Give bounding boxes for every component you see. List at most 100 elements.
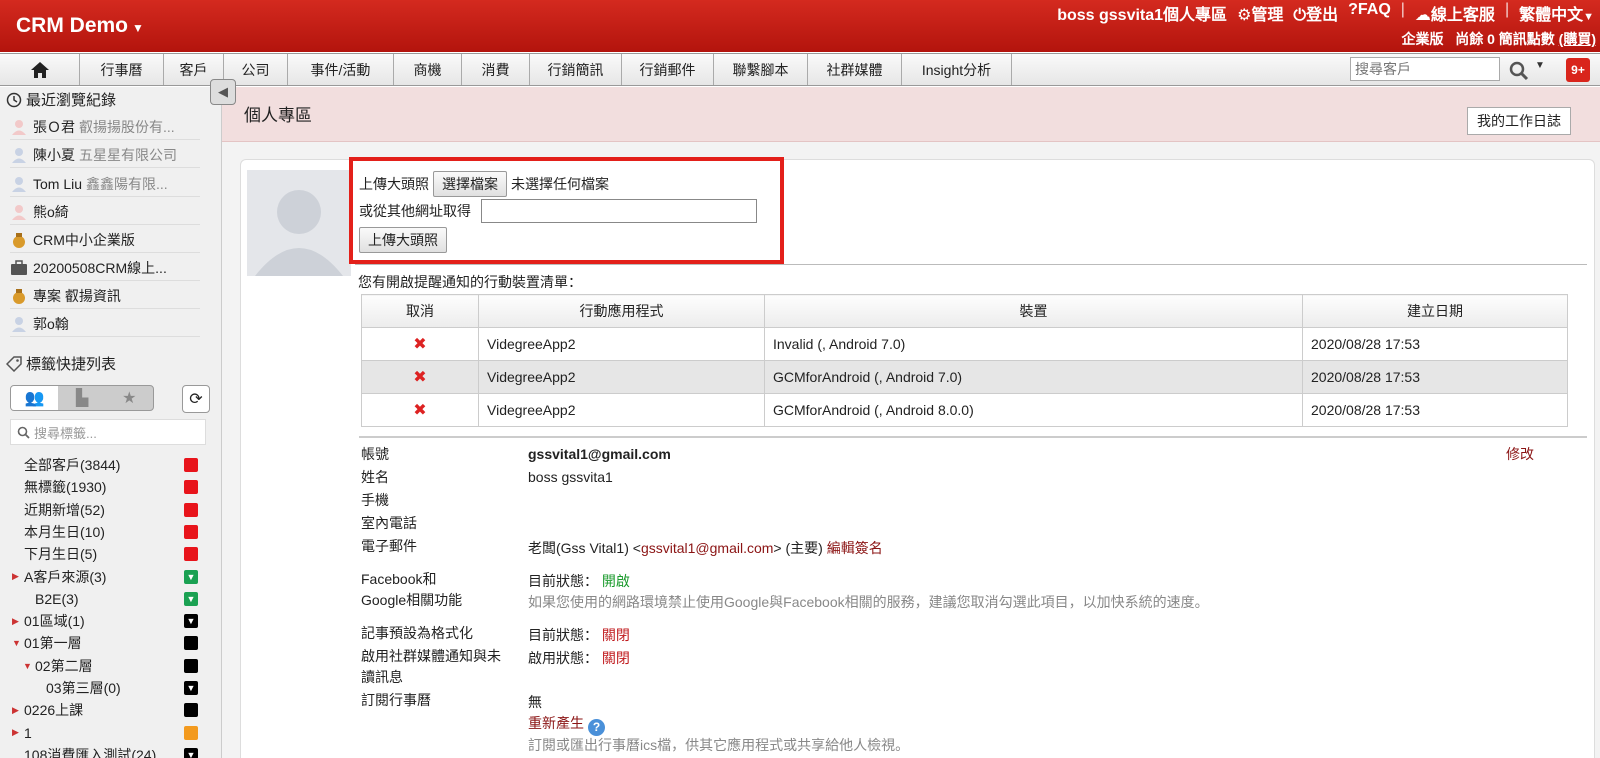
tag-item[interactable]: 無標籤(1930) <box>0 476 210 498</box>
nav-tab-email[interactable]: 行銷郵件 <box>622 54 714 85</box>
tag-search-placeholder: 搜尋標籤... <box>34 425 97 441</box>
tag-item[interactable]: 本月生日(10) <box>0 521 210 543</box>
personal-area-link[interactable]: boss gssvita1個人專區 <box>1057 1 1227 25</box>
social-status-toggle[interactable]: 關閉 <box>602 650 630 666</box>
no-file-text: 未選擇任何檔案 <box>511 176 609 192</box>
divider <box>359 436 1587 438</box>
devices-table: 取消 行動應用程式 裝置 建立日期 ✖ VidegreeApp2 Invalid… <box>361 294 1568 427</box>
regenerate-link[interactable]: 重新產生 <box>528 715 584 731</box>
nav-tab-scripts[interactable]: 聯繫腳本 <box>714 54 808 85</box>
building-icon[interactable]: ▙ <box>58 386 105 410</box>
collapse-sidebar-icon[interactable]: ◀ <box>210 79 236 105</box>
recent-item[interactable]: 張Ｏ君 叡揚揚股份有... <box>10 114 200 140</box>
recent-item[interactable]: 20200508CRM線上... <box>10 255 200 281</box>
tag-item[interactable]: B2E(3) ▼ <box>0 588 210 610</box>
tag-item[interactable]: ▶ 0226上課 <box>0 699 210 721</box>
calendar-note: 訂閱或匯出行事曆ics檔，供其它應用程式或共享給他人檢視。 <box>528 737 910 753</box>
nav-tab-consumption[interactable]: 消費 <box>462 54 530 85</box>
recent-item[interactable]: 郭o翰 <box>10 311 200 337</box>
tag-color-icon <box>184 658 198 673</box>
recent-item[interactable]: 專案 叡揚資訊 <box>10 283 200 309</box>
email-address-link[interactable]: gssvital1@gmail.com <box>641 540 773 556</box>
admin-link[interactable]: ⚙管理 <box>1237 1 1283 25</box>
recent-item[interactable]: 熊o綺 <box>10 199 200 225</box>
fb-status: 目前狀態： 開啟 <box>528 571 630 591</box>
column-header: 行動應用程式 <box>478 294 765 328</box>
edit-signature-link[interactable]: 編輯簽名 <box>827 540 883 556</box>
nav-tab-sms[interactable]: 行銷簡訊 <box>530 54 622 85</box>
faq-link[interactable]: ?FAQ <box>1348 1 1391 25</box>
search-icon[interactable] <box>1508 60 1530 82</box>
social-label-line1: 啟用社群媒體通知與未 <box>361 648 501 664</box>
caret-down-icon[interactable]: ▼ <box>1535 60 1545 71</box>
tag-item[interactable]: ▼ 02第二層 <box>0 655 210 677</box>
tag-item[interactable]: ▶ 01區域(1) ▼ <box>0 610 210 632</box>
tag-item[interactable]: ▼ 01第一層 <box>0 632 210 654</box>
expand-arrow-down-icon[interactable]: ▼ <box>23 661 35 671</box>
tag-color-icon: ▼ <box>184 747 198 758</box>
refresh-icon: ⟳ <box>189 391 203 408</box>
submit-row: 上傳大頭照 <box>359 227 447 253</box>
account-value: gssvital1@gmail.com <box>528 446 671 462</box>
tag-item[interactable]: 下月生日(5) <box>0 543 210 565</box>
device-date: 2020/08/28 17:53 <box>1302 327 1568 361</box>
note-status-toggle[interactable]: 關閉 <box>602 627 630 643</box>
edit-profile-link[interactable]: 修改 <box>1506 444 1534 464</box>
brand-menu[interactable]: CRM Demo ▼ <box>16 14 144 38</box>
star-icon[interactable]: ★ <box>106 386 153 410</box>
email-label: 電子郵件 <box>361 538 417 554</box>
expand-arrow-right-icon[interactable]: ▶ <box>12 571 24 582</box>
person-icon <box>12 204 26 220</box>
expand-arrow-down-icon[interactable]: ▼ <box>12 638 24 648</box>
avatar-url-input[interactable] <box>481 199 757 223</box>
tag-search-input[interactable]: 搜尋標籤... <box>10 419 206 445</box>
tag-item[interactable]: ▶ A客戶來源(3) ▼ <box>0 566 210 588</box>
cancel-device-icon[interactable]: ✖ <box>361 327 479 361</box>
device-name: GCMforAndroid (, Android 8.0.0) <box>764 393 1303 427</box>
main-content: 個人專區 我的工作日誌 ◀ 上傳大頭照 選擇檔案 未選擇任何檔案 或從其他網址取… <box>210 79 1600 758</box>
tag-item[interactable]: 全部客戶(3844) <box>0 454 210 476</box>
support-link[interactable]: ☁線上客服 <box>1415 1 1495 25</box>
edition-label: 企業版 <box>1401 31 1444 47</box>
nav-tab-insight[interactable]: Insight分析 <box>902 54 1012 85</box>
logout-link[interactable]: ⏻登出 <box>1293 1 1338 25</box>
tag-item[interactable]: 108消費匯入測試(24) ▼ <box>0 744 210 758</box>
language-menu[interactable]: 繁體中文▼ <box>1519 1 1594 25</box>
choose-file-button[interactable]: 選擇檔案 <box>433 171 507 197</box>
nav-tab-events[interactable]: 事件/活動 <box>288 54 394 85</box>
customer-search-input[interactable] <box>1350 57 1500 81</box>
tag-item[interactable]: 近期新增(52) <box>0 499 210 521</box>
money-bag-icon <box>13 232 25 248</box>
people-icon[interactable]: 👥 <box>11 386 59 410</box>
nav-tab-social[interactable]: 社群媒體 <box>808 54 902 85</box>
tag-item[interactable]: 03第三層(0) ▼ <box>0 677 210 699</box>
separator: | <box>1504 1 1510 18</box>
recent-company: 鑫鑫陽有限... <box>86 175 168 192</box>
nav-home[interactable] <box>0 54 80 85</box>
work-log-button[interactable]: 我的工作日誌 <box>1467 107 1571 135</box>
recent-item[interactable]: CRM中小企業版 <box>10 227 200 253</box>
nav-tab-opportunities[interactable]: 商機 <box>394 54 462 85</box>
note-format-status: 目前狀態： 關閉 <box>528 625 630 645</box>
tag-item[interactable]: ▶ 1 <box>0 722 210 744</box>
cancel-device-icon[interactable]: ✖ <box>361 360 479 394</box>
upload-avatar-button[interactable]: 上傳大頭照 <box>359 227 447 253</box>
help-icon[interactable]: ? <box>588 719 605 736</box>
upload-label: 上傳大頭照 <box>359 176 429 192</box>
top-links: boss gssvita1個人專區 ⚙管理 ⏻登出 ?FAQ | ☁線上客服 |… <box>1057 1 1594 25</box>
buy-sms-link[interactable]: (購買) <box>1559 31 1596 47</box>
expand-arrow-right-icon[interactable]: ▶ <box>12 705 24 716</box>
notification-badge[interactable]: 9+ <box>1566 58 1590 82</box>
recent-item[interactable]: 陳小夏 五星星有限公司 <box>10 142 200 168</box>
support-label: 線上客服 <box>1430 7 1495 24</box>
refresh-button[interactable]: ⟳ <box>182 385 210 413</box>
tag-label: 108消費匯入測試(24) <box>24 746 157 758</box>
recent-item[interactable]: Tom Liu 鑫鑫陽有限... <box>10 171 200 197</box>
phone-label: 室內電話 <box>361 515 417 531</box>
fb-status-toggle[interactable]: 開啟 <box>602 573 630 589</box>
tag-label: 1 <box>24 724 32 741</box>
expand-arrow-right-icon[interactable]: ▶ <box>12 616 24 627</box>
cancel-device-icon[interactable]: ✖ <box>361 393 479 427</box>
expand-arrow-right-icon[interactable]: ▶ <box>12 727 24 738</box>
nav-tab-calendar[interactable]: 行事曆 <box>80 54 164 85</box>
